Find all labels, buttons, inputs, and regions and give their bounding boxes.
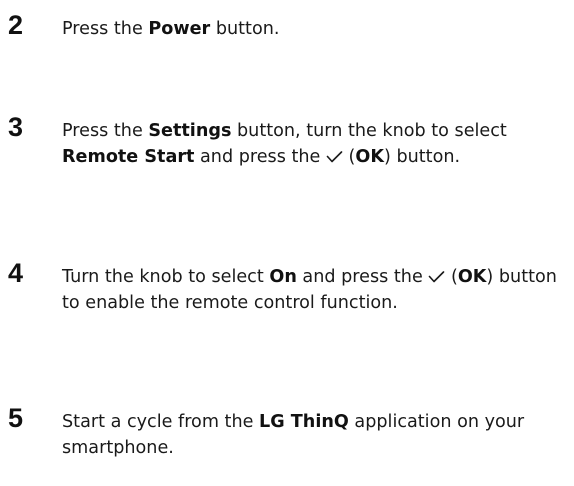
instruction-text: button. [210, 19, 280, 39]
step-number: 5 [8, 403, 24, 433]
instruction-text: and press the [194, 147, 326, 167]
step-instruction: Turn the knob to select On and press the… [62, 264, 567, 316]
checkmark-icon [326, 151, 343, 163]
instruction-text: ) button. [384, 147, 461, 167]
ok-button-label: OK [457, 267, 487, 287]
instruction-text: Press the [62, 19, 149, 39]
power-button-label: Power [148, 19, 211, 39]
on-option-label: On [269, 267, 297, 287]
ok-button-label: OK [355, 147, 384, 167]
instruction-text: ( [342, 147, 356, 167]
lg-thinq-app-label: LG ThinQ [259, 412, 349, 432]
remote-start-option-label: Remote Start [62, 147, 195, 167]
step-instruction: Press the Settings button, turn the knob… [62, 118, 567, 170]
instruction-text: Turn the knob to select [62, 267, 270, 287]
instruction-text: ( [445, 267, 458, 287]
instruction-text: Press the [62, 121, 149, 141]
step-number: 3 [8, 112, 24, 142]
instruction-text: button, turn the knob to select [231, 121, 507, 141]
instruction-text: Start a cycle from the [62, 412, 260, 432]
step-instruction: Press the Power button. [62, 16, 567, 42]
step-number: 4 [8, 258, 24, 288]
instruction-text: and press the [296, 267, 429, 287]
settings-button-label: Settings [148, 121, 232, 141]
step-number: 2 [8, 10, 24, 40]
checkmark-icon [428, 271, 445, 283]
step-instruction: Start a cycle from the LG ThinQ applicat… [62, 409, 567, 461]
